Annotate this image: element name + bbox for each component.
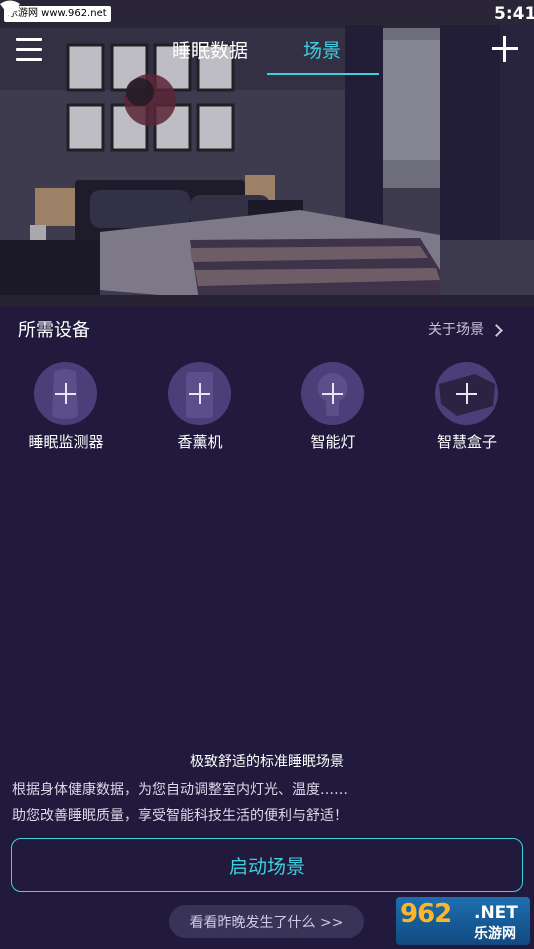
site-logo: 962 .NET 乐游网: [396, 897, 530, 945]
about-scene-link[interactable]: 关于场景: [428, 320, 503, 340]
start-scene-button[interactable]: 启动场景: [11, 838, 523, 892]
wifi-icon: [0, 0, 20, 17]
smart-bulb-icon: [301, 362, 364, 425]
app-screen: 乐游网 www.962.net 5:41 睡眠数据 场景 所需设备 关于场景 睡…: [0, 0, 534, 949]
add-plus-icon: [322, 383, 343, 404]
logo-cn: 乐游网: [474, 926, 516, 942]
last-night-history-button[interactable]: 看看昨晚发生了什么 >>: [169, 905, 364, 938]
add-plus-icon: [55, 383, 76, 404]
device-smart-light[interactable]: 智能灯: [278, 362, 388, 457]
status-bar: 乐游网 www.962.net 5:41: [0, 0, 534, 28]
add-icon[interactable]: [492, 36, 518, 62]
device-label: 智慧盒子: [436, 433, 497, 451]
clock: 5:41: [494, 4, 534, 24]
device-label: 智能灯: [310, 433, 356, 451]
logo-number: 962: [400, 899, 452, 929]
tab-scene[interactable]: 场景: [303, 38, 341, 64]
scene-title: 极致舒适的标准睡眠场景: [190, 754, 344, 770]
scene-description-line-1: 根据身体健康数据，为您自动调整室内灯光、温度……: [12, 782, 348, 798]
device-sleep-monitor[interactable]: 睡眠监测器: [11, 362, 121, 457]
tab-sleep-data[interactable]: 睡眠数据: [172, 38, 248, 64]
about-scene-label: 关于场景: [428, 322, 484, 338]
section-title-devices: 所需设备: [18, 320, 90, 341]
device-aroma-diffuser[interactable]: 香薰机: [145, 362, 255, 457]
start-scene-label: 启动场景: [228, 855, 305, 878]
device-smart-box[interactable]: 智慧盒子: [412, 362, 522, 457]
active-tab-indicator: [267, 73, 379, 75]
scene-hero-image: 乐游网 www.962.net 5:41 睡眠数据 场景: [0, 0, 534, 307]
smart-box-icon: [435, 362, 498, 425]
scene-description-line-2: 助您改善睡眠质量，享受智能科技生活的便利与舒适！: [12, 808, 348, 824]
device-label: 香薰机: [177, 433, 223, 451]
aroma-diffuser-icon: [168, 362, 231, 425]
logo-suffix: .NET: [474, 903, 518, 923]
device-label: 睡眠监测器: [28, 433, 104, 451]
bedroom-illustration: [0, 0, 534, 307]
add-plus-icon: [189, 383, 210, 404]
add-plus-icon: [456, 383, 477, 404]
sleep-monitor-icon: [34, 362, 97, 425]
menu-icon[interactable]: [16, 38, 42, 62]
chevron-right-icon: [490, 323, 503, 337]
